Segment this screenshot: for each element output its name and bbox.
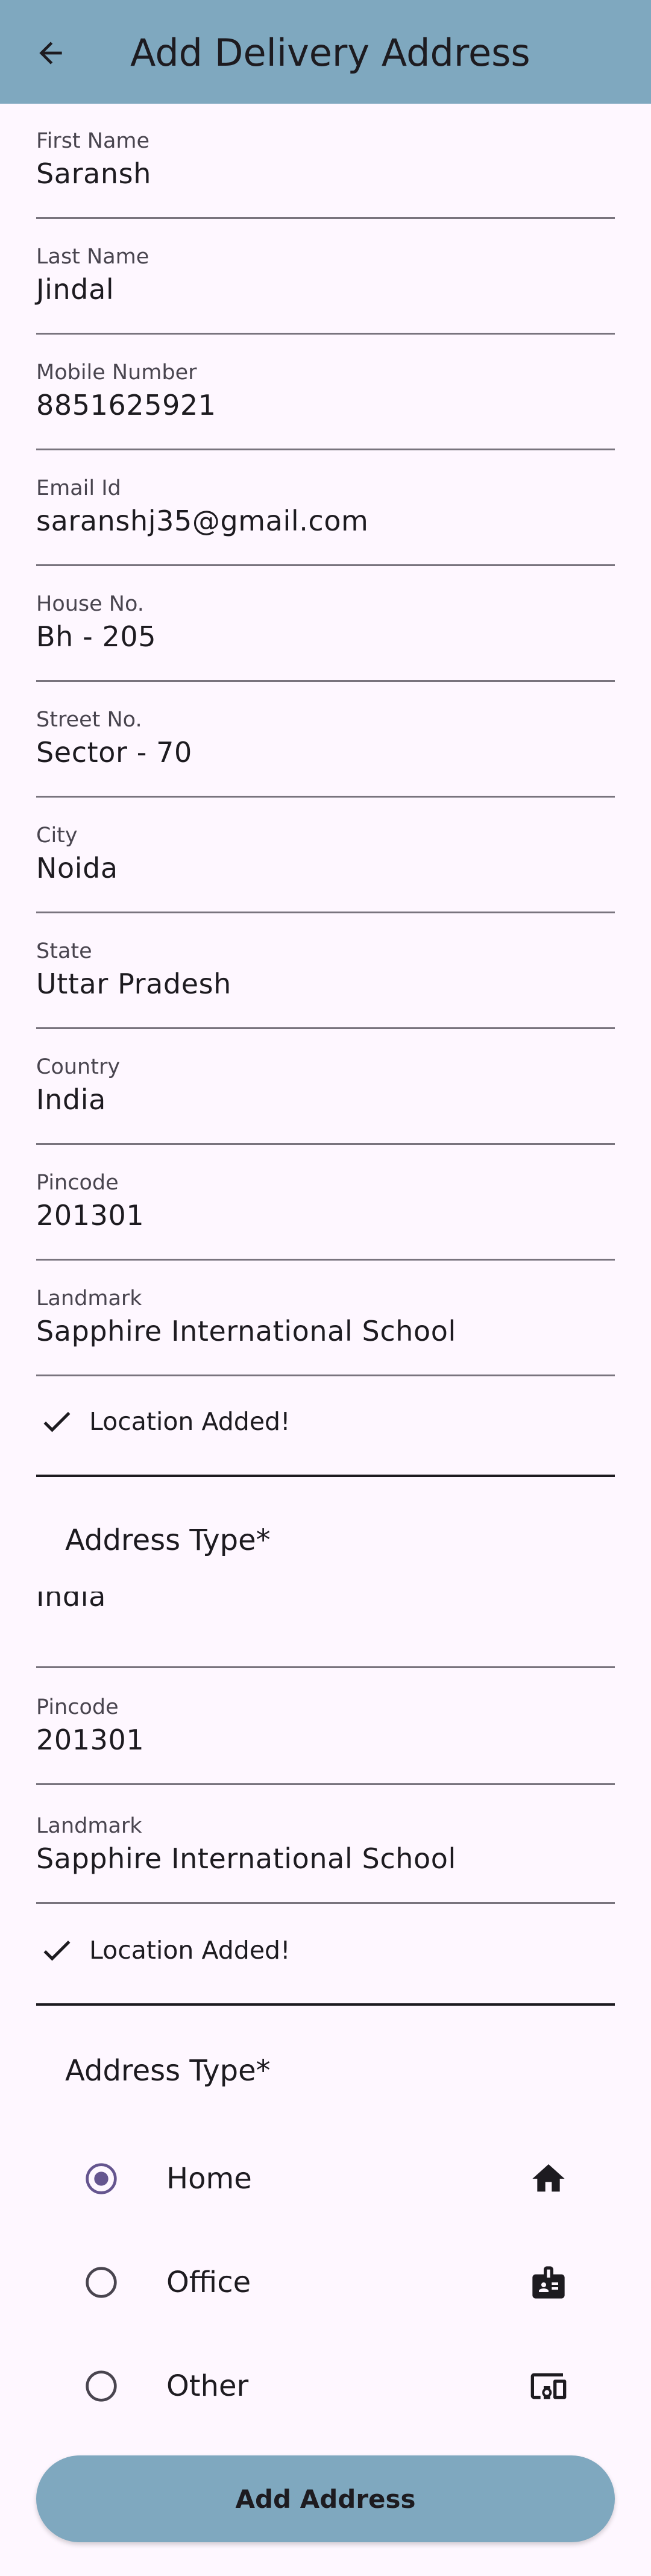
field-label: Pincode [36, 1695, 119, 1719]
devices-icon [530, 2373, 567, 2399]
back-button[interactable] [29, 31, 72, 75]
radio-unselected[interactable] [84, 2369, 118, 2403]
check-icon [43, 1940, 71, 1961]
field-value: Bh - 205 [36, 620, 157, 653]
radio-label: Other [166, 2369, 249, 2403]
field-label: House No. [36, 592, 144, 616]
radio-selected[interactable] [84, 2162, 118, 2196]
field-underline [36, 1259, 615, 1261]
field-value: Noida [36, 852, 118, 884]
pincode-field-repeat[interactable]: Pincode 201301 [36, 1670, 615, 1786]
field-label: State [36, 939, 92, 963]
field-label: Mobile Number [36, 361, 197, 385]
field-label: Landmark [36, 1814, 142, 1838]
add-address-button[interactable]: Add Address [36, 2455, 615, 2542]
field-underline [36, 1143, 615, 1145]
radio-unselected[interactable] [84, 2266, 118, 2299]
field-label: Street No. [36, 708, 142, 732]
address-type-option-other[interactable]: Other [36, 2334, 615, 2438]
field-label: Pincode [36, 1171, 119, 1195]
field-value: India [36, 1592, 106, 1613]
field-label: Last Name [36, 245, 149, 269]
location-status-text: Location Added! [89, 1407, 291, 1436]
app-bar: Add Delivery Address [0, 0, 651, 104]
check-icon [43, 1411, 71, 1432]
pincode-field[interactable]: Pincode 201301 [36, 1145, 615, 1261]
location-status-row: Location Added! [36, 1915, 615, 1983]
field-value: Saransh [36, 157, 151, 190]
field-underline [36, 1902, 615, 1904]
street-number-field[interactable]: Street No. Sector - 70 [36, 682, 615, 798]
arrow-left-icon [39, 42, 62, 65]
radio-label: Office [166, 2266, 251, 2299]
field-value: India [36, 1083, 106, 1116]
badge-icon [532, 2266, 565, 2299]
address-type-title: Address Type* [65, 1523, 271, 1557]
landmark-field-repeat[interactable]: Landmark Sapphire International School [36, 1789, 615, 1904]
field-value: Sapphire International School [36, 1842, 456, 1875]
field-underline [36, 1666, 615, 1668]
field-label: City [36, 824, 78, 848]
field-underline [36, 1375, 615, 1376]
country-field-partial[interactable]: India [36, 1592, 615, 1670]
add-address-label: Add Address [235, 2484, 416, 2514]
address-type-title: Address Type* [65, 2054, 271, 2088]
field-value: Sector - 70 [36, 736, 192, 769]
field-underline [36, 680, 615, 682]
address-type-option-home[interactable]: Home [36, 2127, 615, 2231]
state-field[interactable]: State Uttar Pradesh [36, 914, 615, 1030]
location-status-row: Location Added! [36, 1387, 615, 1454]
field-underline [36, 564, 615, 566]
divider [36, 1475, 615, 1477]
city-field[interactable]: City Noida [36, 798, 615, 914]
field-label: First Name [36, 129, 150, 153]
last-name-field[interactable]: Last Name Jindal [36, 219, 615, 335]
address-type-option-office[interactable]: Office [36, 2231, 615, 2334]
field-label: Country [36, 1055, 121, 1079]
page-title: Add Delivery Address [130, 31, 530, 75]
field-underline [36, 217, 615, 219]
email-field[interactable]: Email Id saranshj35@gmail.com [36, 451, 615, 567]
home-icon [532, 2164, 565, 2192]
field-underline [36, 449, 615, 450]
field-underline [36, 912, 615, 913]
house-number-field[interactable]: House No. Bh - 205 [36, 567, 615, 682]
field-value: Sapphire International School [36, 1315, 456, 1347]
field-underline [36, 1027, 615, 1029]
divider [36, 2003, 615, 2006]
field-value: 201301 [36, 1199, 145, 1232]
field-value: Uttar Pradesh [36, 968, 231, 1000]
field-value: 8851625921 [36, 389, 216, 421]
field-underline [36, 1783, 615, 1785]
field-underline [36, 796, 615, 798]
field-value: Jindal [36, 273, 115, 306]
landmark-field[interactable]: Landmark Sapphire International School [36, 1261, 615, 1377]
radio-label: Home [166, 2162, 252, 2196]
field-value: 201301 [36, 1724, 145, 1756]
field-label: Landmark [36, 1286, 142, 1311]
location-status-text: Location Added! [89, 1936, 291, 1965]
first-name-field[interactable]: First Name Saransh [36, 104, 615, 219]
field-underline [36, 333, 615, 335]
field-value: saranshj35@gmail.com [36, 505, 369, 537]
mobile-number-field[interactable]: Mobile Number 8851625921 [36, 335, 615, 451]
field-label: Email Id [36, 476, 121, 500]
country-field[interactable]: Country India [36, 1030, 615, 1145]
